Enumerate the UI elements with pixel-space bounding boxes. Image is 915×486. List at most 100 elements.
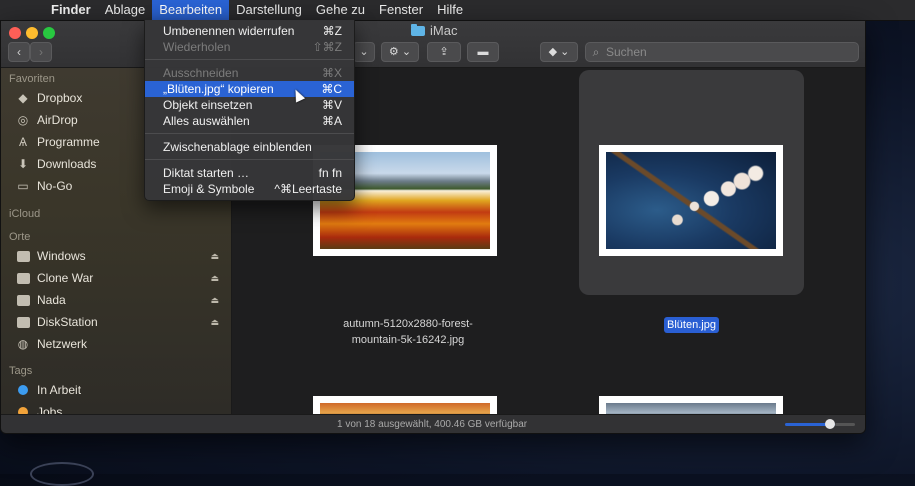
back-button[interactable]: ‹ [8, 42, 30, 62]
bearbeiten-menu: Umbenennen widerrufen ⌘Z Wiederholen ⇧⌘Z… [144, 20, 355, 201]
menu-item-emoji-symbols[interactable]: Emoji & Symbole ^⌘Leertaste [145, 181, 354, 197]
eject-icon[interactable]: ⏏ [210, 273, 219, 284]
window-titlebar: iMac ‹ › ⌄ ⚙ ⌄ ⇪ ▬ ◆ ⌄ ⌕ [1, 21, 865, 68]
sidebar-header-favoriten: Favoriten [9, 73, 55, 85]
blossom-image [606, 152, 776, 249]
desktop-decoration [30, 462, 94, 486]
sidebar-item-tag-in-arbeit[interactable]: In Arbeit [15, 380, 225, 400]
tag-button[interactable]: ▬ [467, 42, 499, 62]
menu-item-undo-rename[interactable]: Umbenennen widerrufen ⌘Z [145, 23, 354, 39]
menu-separator [145, 59, 354, 60]
file-thumbnail-blueten[interactable] [599, 145, 783, 256]
tag-color-dot-icon [15, 404, 31, 414]
search-field[interactable]: ⌕ [585, 42, 859, 62]
sidebar-item-diskstation[interactable]: DiskStation ⏏ [15, 312, 225, 332]
view-options-button[interactable]: ⌄ [353, 42, 375, 62]
sidebar-item-label: DiskStation [37, 315, 98, 329]
disk-icon [15, 270, 31, 286]
icon-size-slider-knob[interactable] [825, 419, 835, 429]
server-icon [15, 314, 31, 330]
airdrop-icon: ◎ [17, 113, 29, 127]
menu-item-start-dictation[interactable]: Diktat starten … fn fn [145, 165, 354, 181]
window-title-text: iMac [430, 23, 458, 38]
shortcut: fn fn [318, 166, 342, 180]
file-thumbnail-row2-2[interactable] [599, 396, 783, 414]
sidebar-item-label: Nada [37, 293, 66, 307]
disk-icon [15, 292, 31, 308]
sidebar-item-label: Clone War [37, 271, 94, 285]
tag-icon: ▬ [477, 46, 489, 58]
sidebar-item-clone-war[interactable]: Clone War ⏏ [15, 268, 225, 288]
search-input[interactable] [606, 45, 836, 59]
window-title: iMac [411, 23, 457, 38]
eject-icon[interactable]: ⏏ [210, 295, 219, 306]
dropbox-icon: ◆ [18, 91, 28, 105]
menu-item-select-all[interactable]: Alles auswählen ⌘A [145, 113, 354, 129]
sidebar-header-orte: Orte [9, 231, 31, 243]
dropbox-button[interactable]: ◆ ⌄ [540, 42, 578, 62]
menu-fenster[interactable]: Fenster [372, 0, 430, 20]
menu-ablage[interactable]: Ablage [98, 0, 152, 20]
zoom-window-button[interactable] [43, 27, 55, 39]
action-button[interactable]: ⚙ ⌄ [381, 42, 419, 62]
minimize-window-button[interactable] [26, 27, 38, 39]
tag-color-dot-icon [15, 382, 31, 398]
share-button[interactable]: ⇪ [427, 42, 461, 62]
dropbox-icon: ◆ ⌄ [548, 46, 570, 58]
close-window-button[interactable] [9, 27, 21, 39]
sidebar-item-label: AirDrop [37, 113, 78, 127]
sidebar-header-icloud: iCloud [9, 208, 41, 220]
chevron-right-icon: › [39, 45, 43, 59]
file-name-wrap: Blüten.jpg [579, 315, 804, 333]
sidebar-item-label: Jobs [37, 405, 63, 414]
menu-item-copy[interactable]: „Blüten.jpg“ kopieren ⌘C [145, 81, 354, 97]
status-bar: 1 von 18 ausgewählt, 400.46 GB verfügbar [1, 414, 865, 433]
shortcut: ⌘Z [322, 24, 342, 38]
mountain-image [320, 403, 490, 414]
eject-icon[interactable]: ⏏ [210, 251, 219, 262]
sidebar-item-label: Programme [37, 135, 100, 149]
menu-hilfe[interactable]: Hilfe [430, 0, 470, 20]
sidebar-item-tag-jobs[interactable]: Jobs [15, 402, 225, 414]
shortcut: ⇧⌘Z [312, 40, 342, 54]
shortcut: ⌘C [321, 82, 342, 96]
sidebar-item-label: Windows [37, 249, 86, 263]
sidebar-item-label: Netzwerk [37, 337, 88, 351]
file-name-blueten[interactable]: Blüten.jpg [664, 317, 719, 333]
search-icon: ⌕ [592, 45, 600, 59]
forward-button[interactable]: › [30, 42, 52, 62]
shortcut: ⌘A [321, 114, 342, 128]
shortcut: ⌘X [321, 66, 342, 80]
gear-icon: ⚙ ⌄ [388, 46, 412, 58]
sidebar-item-windows[interactable]: Windows ⏏ [15, 246, 225, 266]
menu-item-cut: Ausschneiden ⌘X [163, 66, 342, 80]
sidebar-header-tags: Tags [9, 365, 33, 377]
sidebar-item-nada[interactable]: Nada ⏏ [15, 290, 225, 310]
sidebar-item-label: Dropbox [37, 91, 83, 105]
menu-item-paste[interactable]: Objekt einsetzen ⌘V [145, 97, 354, 113]
icon-size-slider-track[interactable] [835, 423, 855, 426]
applications-icon: Ѧ [18, 135, 27, 149]
menu-finder[interactable]: Finder [44, 0, 98, 20]
menu-item-redo: Wiederholen ⇧⌘Z [163, 40, 342, 54]
network-icon: ◍ [17, 337, 29, 351]
menu-separator [145, 159, 354, 160]
chevron-down-icon: ⌄ [359, 46, 369, 58]
menu-bar: Finder Ablage Bearbeiten Darstellung Geh… [0, 0, 915, 20]
eject-icon[interactable]: ⏏ [210, 317, 219, 328]
sidebar-item-netzwerk[interactable]: ◍ Netzwerk [15, 334, 225, 354]
sidebar-item-label: No-Go [37, 179, 73, 193]
menu-separator [145, 133, 354, 134]
chevron-left-icon: ‹ [17, 45, 21, 59]
file-name-autumn[interactable]: autumn-5120x2880-forest- mountain-5k-162… [323, 316, 493, 348]
sidebar-item-label: In Arbeit [37, 383, 82, 397]
shortcut: ⌘V [321, 98, 342, 112]
folder-icon: ▭ [17, 179, 29, 193]
file-thumbnail-row2-1[interactable] [313, 396, 497, 414]
menu-item-show-clipboard[interactable]: Zwischenablage einblenden [145, 139, 354, 155]
menu-bearbeiten[interactable]: Bearbeiten [152, 0, 230, 20]
share-icon: ⇪ [439, 46, 449, 58]
menu-darstellung[interactable]: Darstellung [229, 0, 309, 20]
mountain-image [606, 403, 776, 414]
menu-gehe-zu[interactable]: Gehe zu [309, 0, 372, 20]
